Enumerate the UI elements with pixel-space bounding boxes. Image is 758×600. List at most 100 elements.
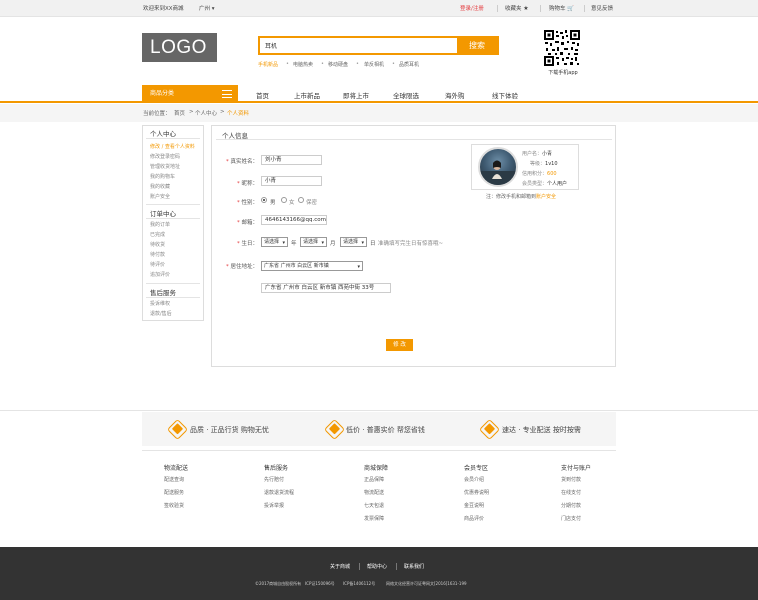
real-name-label-text: 真实姓名： (230, 159, 258, 165)
footer-link[interactable]: 会员介绍 (464, 476, 484, 483)
nav-item-overseas[interactable]: 海外购 (445, 90, 465, 100)
user-credit: 信用积分：600 (522, 170, 576, 177)
sidebar-item-completed[interactable]: 已完成 (150, 231, 165, 238)
city-selector[interactable]: 广州 ▾ (199, 4, 215, 12)
sidebar-item-favorites[interactable]: 我的收藏 (150, 183, 170, 190)
hot-word[interactable]: 移动硬盘 (328, 61, 348, 68)
nav-item-global[interactable]: 全球限选 (393, 90, 419, 100)
birth-day-select[interactable]: 请选择 ▾ (340, 237, 367, 247)
sidebar-item-password[interactable]: 修改登录密码 (150, 153, 180, 160)
footer-link[interactable]: 商品评价 (464, 515, 484, 522)
email-input[interactable]: 4646143166@qq.com (261, 215, 327, 225)
footer-link[interactable]: 金豆说明 (464, 502, 484, 509)
sidebar-item-to-review[interactable]: 待评价 (150, 261, 165, 268)
breadcrumb-current: 个人资料 (227, 111, 250, 117)
footer-link[interactable]: 配送查询 (164, 476, 184, 483)
sidebar-item-to-pay[interactable]: 待付款 (150, 251, 165, 258)
breadcrumb-center[interactable]: 个人中心 (195, 109, 217, 117)
footer-license: 网络文化经营许可证粤网文[2016]1631-199 (386, 581, 467, 586)
footer-col-heading: 物流配送 (164, 465, 189, 472)
breadcrumb-sep: > (189, 109, 194, 115)
footer-link[interactable]: 在线支付 (561, 489, 581, 496)
address-detail-input[interactable]: 广东省 广州市 白云区 新市镇 西苑中街 33号 (261, 283, 391, 293)
address-label: * 居住地址： (225, 264, 258, 270)
sidebar-item-my-orders[interactable]: 我的订单 (150, 221, 170, 228)
user-username: 用户名：小青 (522, 150, 576, 157)
sidebar-item-refund[interactable]: 退款/售后 (150, 310, 172, 317)
cart-link[interactable]: 购物车 🛒 (549, 4, 574, 12)
cart-icon: 🛒 (567, 6, 575, 12)
footer-link[interactable]: 投诉举报 (264, 502, 284, 509)
divider (0, 410, 758, 411)
footer-link[interactable]: 七天包退 (364, 502, 384, 509)
footer-link[interactable]: 物流配送 (364, 489, 384, 496)
nickname-input[interactable]: 小青 (261, 176, 322, 186)
search-button[interactable]: 搜索 (457, 38, 497, 53)
sidebar-item-to-receive[interactable]: 待收货 (150, 241, 165, 248)
search-bar: 搜索 (258, 36, 499, 55)
hot-word[interactable]: 手机新品 (258, 61, 278, 68)
footer-copyright: ©2017商城自由股权所有 (255, 581, 302, 586)
sidebar-item-cart[interactable]: 我的购物车 (150, 173, 175, 180)
avatar-image (480, 160, 516, 185)
level-value: 1v10 (545, 161, 558, 167)
footer-link[interactable]: 货到付款 (561, 476, 581, 483)
level-label: 等级： (530, 161, 546, 167)
submit-button[interactable]: 修 改 (386, 339, 413, 351)
city-label: 广州 (199, 6, 211, 12)
sidebar-item-edit-profile[interactable]: 修改 / 查看个人资料 (150, 143, 195, 150)
footer-link[interactable]: 发票保障 (364, 515, 384, 522)
sidebar-item-complaint[interactable]: 投诉维权 (150, 300, 170, 307)
avatar[interactable] (478, 147, 518, 187)
footer-contact-link[interactable]: 联系我们 (404, 563, 424, 570)
sidebar-heading-aftersale: 售后服务 (150, 289, 176, 297)
user-type: 会员类型：个人用户 (522, 180, 576, 187)
birth-year-select[interactable]: 请选择 ▾ (261, 237, 288, 247)
footer-about-link[interactable]: 关于商城 (330, 563, 350, 570)
birthday-label: * 生日： (236, 241, 258, 247)
breadcrumb-home[interactable]: 首页 (174, 109, 185, 117)
sidebar-item-address[interactable]: 管理收货地址 (150, 163, 180, 170)
real-name-input[interactable]: 刘小青 (261, 155, 322, 165)
gender-female-radio[interactable] (281, 197, 287, 203)
birth-month-select[interactable]: 请选择 ▾ (300, 237, 327, 247)
footer-link[interactable]: 签收验货 (164, 502, 184, 509)
note-prefix: 注：修改手机和邮箱到 (486, 194, 537, 200)
footer-link[interactable]: 先行赔付 (264, 476, 284, 483)
footer-link[interactable]: 优惠券说明 (464, 489, 489, 496)
year-unit: 年 (291, 241, 297, 247)
footer-link[interactable]: 分期付款 (561, 502, 581, 509)
dot-separator: • (392, 61, 395, 67)
sidebar-item-security[interactable]: 账户安全 (150, 193, 170, 200)
address-region-select[interactable]: 广东省 广州市 白云区 新市镇 ▾ (261, 261, 363, 271)
nav-item-offline[interactable]: 线下体验 (492, 90, 518, 100)
feedback-link[interactable]: 意见反馈 (591, 4, 613, 12)
divider (359, 563, 360, 570)
nav-item-home[interactable]: 首页 (256, 90, 269, 100)
email-label-text: 邮箱： (241, 220, 258, 226)
search-input[interactable] (260, 38, 456, 53)
chevron-down-icon: ▾ (357, 264, 360, 270)
favorites-link[interactable]: 收藏夹 ★ (505, 4, 529, 12)
footer-link[interactable]: 正品保障 (364, 476, 384, 483)
footer-link[interactable]: 门店支付 (561, 515, 581, 522)
hot-word[interactable]: 品质耳机 (399, 61, 419, 68)
birthday-hint: 准确填写完生日有惊喜哦~ (378, 241, 444, 247)
footer-help-link[interactable]: 帮助中心 (367, 563, 387, 570)
divider (146, 204, 200, 205)
footer-link[interactable]: 配送服务 (164, 489, 184, 496)
gender-male-radio[interactable] (261, 197, 267, 203)
hot-word[interactable]: 单反相机 (364, 61, 384, 68)
site-logo[interactable]: LOGO (142, 33, 217, 62)
hot-word[interactable]: 电脑热卖 (293, 61, 313, 68)
footer-link[interactable]: 退款退货流程 (264, 489, 294, 496)
nav-item-upcoming[interactable]: 即将上市 (343, 90, 369, 100)
login-register-link[interactable]: 登录/注册 (460, 4, 484, 12)
nav-item-new[interactable]: 上市新品 (294, 90, 320, 100)
breadcrumb-sep: > (220, 109, 225, 115)
sidebar-item-append-review[interactable]: 追加评价 (150, 271, 170, 278)
gender-secret-radio[interactable] (298, 197, 304, 203)
category-menu-button[interactable]: 商品分类 (142, 85, 238, 103)
category-label: 商品分类 (150, 90, 175, 97)
account-security-link[interactable]: 账户安全 (536, 194, 556, 200)
